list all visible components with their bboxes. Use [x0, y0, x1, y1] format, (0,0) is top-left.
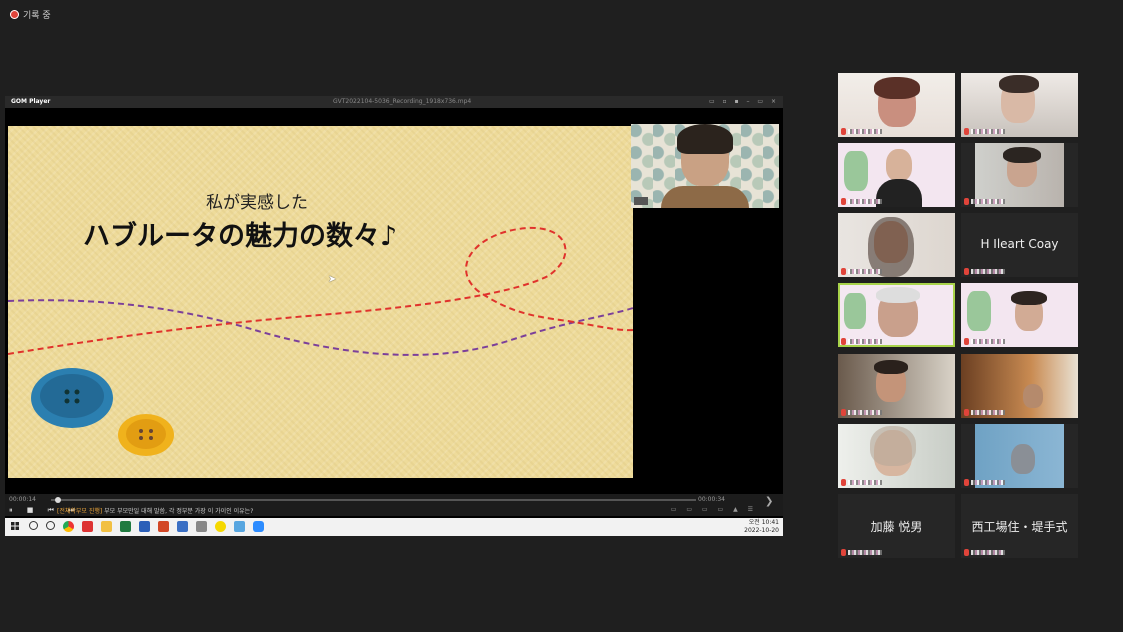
mic-muted-icon: [964, 268, 969, 275]
zoom-icon[interactable]: [253, 521, 264, 532]
participant-tile[interactable]: [838, 73, 955, 137]
participant-tile[interactable]: [838, 213, 955, 277]
app-gray-icon[interactable]: [196, 521, 207, 532]
participant-name: [964, 409, 1005, 416]
taskbar-apps: [29, 521, 264, 532]
participant-tile[interactable]: 西工場住・堤手式: [961, 494, 1078, 558]
subtitle-line: [전체학부모 진행] 부모 부모만일 대해 말씀, 각 정부분 가장 이 가이인…: [57, 506, 253, 515]
taskbar-clock: 오전 10:41 2022-10-20: [744, 519, 779, 535]
current-time: 00:00:14: [9, 496, 36, 503]
app-blue-icon[interactable]: [177, 521, 188, 532]
participant-name: [964, 479, 1005, 486]
participant-tile[interactable]: [838, 143, 955, 207]
player-option-icons[interactable]: ▭ ▭ ▭ ▭ ▲ ☰: [671, 506, 757, 513]
gom-titlebar: GOM Player GVT2022104-5036_Recording_191…: [5, 96, 783, 108]
clock-time: 오전 10:41: [748, 519, 779, 526]
participant-name: [841, 198, 882, 205]
windows-taskbar: 오전 10:41 2022-10-20: [5, 518, 783, 536]
excel-icon[interactable]: [120, 521, 131, 532]
participant-name: [964, 128, 1005, 135]
participant-tile[interactable]: H Ileart Coay: [961, 213, 1078, 277]
gom-logo: GOM Player: [11, 98, 51, 105]
recording-indicator[interactable]: 기록 중: [10, 8, 51, 21]
participant-name: [841, 409, 882, 416]
participant-name: [964, 268, 1005, 275]
mic-muted-icon: [841, 549, 846, 556]
word-icon[interactable]: [139, 521, 150, 532]
seek-bar[interactable]: [51, 497, 696, 503]
mic-muted-icon: [841, 268, 846, 275]
total-time: 00:00:34: [698, 496, 725, 503]
participant-tile[interactable]: [961, 283, 1078, 347]
participant-display-name: 加藤 悦男: [870, 520, 923, 534]
windows-start-icon[interactable]: [11, 522, 19, 530]
participant-display-name: H Ileart Coay: [980, 237, 1059, 251]
seek-knob[interactable]: [55, 497, 61, 503]
file-explorer-icon[interactable]: [101, 521, 112, 532]
search-icon[interactable]: [29, 521, 38, 530]
window-controls[interactable]: ▭ ▫ ▪ – ▭ ×: [709, 96, 779, 108]
participant-tile[interactable]: [961, 143, 1078, 207]
recording-label: 기록 중: [23, 11, 51, 21]
mic-muted-icon: [964, 128, 969, 135]
participant-tile-active-speaker[interactable]: [838, 283, 955, 347]
participant-tile[interactable]: [838, 354, 955, 418]
mic-muted-icon: [841, 128, 846, 135]
participant-tile[interactable]: [838, 424, 955, 488]
participant-name: [841, 338, 882, 345]
next-slide-arrow-icon[interactable]: ❯: [765, 496, 779, 510]
participant-name: [964, 198, 1005, 205]
blue-button-shape: [31, 368, 113, 428]
yellow-button-shape: [118, 414, 174, 456]
task-view-icon[interactable]: [46, 521, 55, 530]
participant-name: [841, 268, 882, 275]
presenter-video: [631, 124, 779, 208]
mic-muted-icon: [964, 549, 969, 556]
screen-share-window: GOM Player GVT2022104-5036_Recording_191…: [5, 96, 783, 536]
slide-title: ハブルータの魅力の数々♪: [83, 221, 398, 252]
participant-name: [964, 338, 1005, 345]
presentation-slide: 私が実感した ハブルータの魅力の数々♪ ➤: [8, 126, 633, 478]
presenter-name-tag: [634, 197, 648, 205]
slide-subtitle: 私が実感した: [206, 193, 308, 213]
participant-name: [841, 479, 882, 486]
participant-tile[interactable]: [961, 73, 1078, 137]
clock-date: 2022-10-20: [744, 527, 779, 534]
mouse-cursor-icon: ➤: [328, 274, 337, 285]
subtitle-highlight: [전체학부모 진행]: [57, 508, 103, 515]
mic-muted-icon: [964, 198, 969, 205]
player-controls: 00:00:14 00:00:34 ⏸ ■ ⏮ ⏭ [전체학부모 진행] 부모 …: [5, 494, 783, 516]
purple-thread: [8, 299, 633, 356]
mic-muted-icon: [964, 338, 969, 345]
mic-muted-icon: [964, 479, 969, 486]
participant-tile[interactable]: [961, 424, 1078, 488]
gom-filename: GVT2022104-5036_Recording_1918x736.mp4: [333, 98, 472, 105]
app-lightblue-icon[interactable]: [234, 521, 245, 532]
slide-decoration: [8, 226, 633, 456]
record-icon: [10, 10, 19, 19]
participant-name: [964, 549, 1005, 556]
mic-muted-icon: [964, 409, 969, 416]
kakaotalk-icon[interactable]: [215, 521, 226, 532]
participant-tile[interactable]: [961, 354, 1078, 418]
participant-display-name: 西工場住・堤手式: [971, 520, 1068, 534]
powerpoint-icon[interactable]: [158, 521, 169, 532]
mic-muted-icon: [841, 198, 846, 205]
chrome-icon[interactable]: [63, 521, 74, 532]
participant-name: [841, 128, 882, 135]
app-red-icon[interactable]: [82, 521, 93, 532]
presenter-body: [661, 186, 749, 208]
mic-muted-icon: [841, 409, 846, 416]
presenter-hair: [677, 124, 733, 154]
mic-muted-icon: [841, 338, 846, 345]
participant-tile[interactable]: 加藤 悦男: [838, 494, 955, 558]
subtitle-text: 부모 부모만일 대해 말씀, 각 정부분 가장 이 가이인 이유는?: [104, 508, 254, 515]
participant-name: [841, 549, 882, 556]
mic-muted-icon: [841, 479, 846, 486]
